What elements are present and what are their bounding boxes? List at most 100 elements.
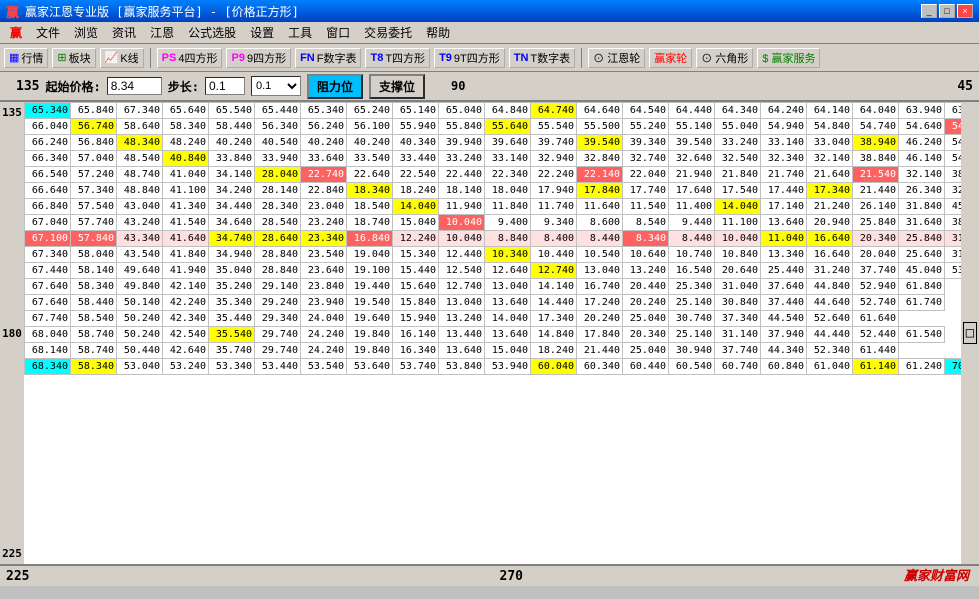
cell: 16.840 <box>347 231 393 247</box>
btn-yinglun[interactable]: 赢家轮 <box>649 48 692 68</box>
close-btn[interactable]: × <box>957 4 973 18</box>
cell: 23.040 <box>301 199 347 215</box>
window-controls[interactable]: _ □ × <box>921 4 973 18</box>
cell: 42.640 <box>163 343 209 359</box>
table-row: 67.640 58.340 49.840 42.140 35.240 29.14… <box>25 279 962 295</box>
left-label-225: 225 <box>2 547 22 560</box>
btn-p9[interactable]: P9 9四方形 <box>226 48 291 68</box>
menu-file[interactable]: 文件 <box>30 23 66 42</box>
cell: 14.040 <box>393 199 439 215</box>
cell: 25.040 <box>623 311 669 327</box>
cell: 30.840 <box>715 295 761 311</box>
cell: 53.340 <box>209 359 255 375</box>
cell: 19.840 <box>347 343 393 359</box>
cell: 10.840 <box>715 247 761 263</box>
btn-kline[interactable]: 📈 K线 <box>100 48 144 68</box>
cell: 65.040 <box>439 103 485 119</box>
cell: 44.340 <box>761 343 807 359</box>
minimize-btn[interactable]: _ <box>921 4 937 18</box>
cell: 44.440 <box>807 327 853 343</box>
cell: 31.840 <box>899 199 945 215</box>
cell: 13.440 <box>439 327 485 343</box>
cell: 16.740 <box>577 279 623 295</box>
cell: 21.440 <box>853 183 899 199</box>
cell: 64.540 <box>623 103 669 119</box>
cell: 10.440 <box>531 247 577 263</box>
step-input[interactable] <box>205 77 245 95</box>
menu-window[interactable]: 窗口 <box>320 23 356 42</box>
cell: 15.040 <box>485 343 531 359</box>
cell: 13.040 <box>439 295 485 311</box>
cell: 29.340 <box>255 311 301 327</box>
cell: 13.340 <box>761 247 807 263</box>
cell: 17.740 <box>623 183 669 199</box>
support-btn[interactable]: 支撑位 <box>369 74 425 99</box>
btn-tn[interactable]: TN T数字表 <box>509 48 575 68</box>
resist-btn[interactable]: 阻力位 <box>307 74 363 99</box>
cell: 18.340 <box>347 183 393 199</box>
cell: 17.540 <box>715 183 761 199</box>
menu-tools[interactable]: 工具 <box>282 23 318 42</box>
cell: 21.840 <box>715 167 761 183</box>
menu-info[interactable]: 资讯 <box>106 23 142 42</box>
cell: 38.140 <box>945 215 962 231</box>
cell: 67.440 <box>25 263 71 279</box>
cell: 64.440 <box>669 103 715 119</box>
cell: 17.240 <box>577 295 623 311</box>
bottom-middle-num: 270 <box>500 569 523 584</box>
table-row: 66.840 57.540 43.040 41.340 34.440 28.34… <box>25 199 962 215</box>
btn-t9[interactable]: T9 9T四方形 <box>434 48 505 68</box>
cell: 54.240 <box>945 151 962 167</box>
table-row: 67.040 57.740 43.240 41.540 34.640 28.54… <box>25 215 962 231</box>
watermark: 赢家财富网 <box>904 565 969 584</box>
cell: 41.040 <box>163 167 209 183</box>
btn-hexagon[interactable]: ⊙ 六角形 <box>696 48 753 68</box>
cell: 29.740 <box>255 343 301 359</box>
cell: 68.140 <box>25 343 71 359</box>
cell: 33.040 <box>807 135 853 151</box>
step-select[interactable]: 0.1 0.2 0.5 1 <box>251 76 301 96</box>
menu-trade[interactable]: 交易委托 <box>358 23 418 42</box>
table-row: 68.040 58.740 50.240 42.540 35.540 29.74… <box>25 327 962 343</box>
cell: 22.740 <box>301 167 347 183</box>
cell: 57.040 <box>71 151 117 167</box>
cell: 17.840 <box>577 327 623 343</box>
left-label-135: 135 <box>2 106 22 119</box>
cell: 24.040 <box>301 311 347 327</box>
btn-blocks[interactable]: ⊞ 板块 <box>52 48 95 68</box>
cell: 65.340 <box>301 103 347 119</box>
cell: 60.340 <box>577 359 623 375</box>
btn-service[interactable]: $ 赢家服务 <box>757 48 820 68</box>
cell: 58.040 <box>71 247 117 263</box>
cell: 8.440 <box>577 231 623 247</box>
cell: 58.140 <box>71 263 117 279</box>
cell: 41.640 <box>163 231 209 247</box>
menu-jianen[interactable]: 江恩 <box>144 23 180 42</box>
menu-win[interactable]: 赢 <box>4 23 28 42</box>
cell: 44.640 <box>807 295 853 311</box>
btn-quotes[interactable]: ▦ 行情 <box>4 48 48 68</box>
btn-fn[interactable]: FN F数字表 <box>295 48 361 68</box>
cell: 20.240 <box>577 311 623 327</box>
menu-browse[interactable]: 浏览 <box>68 23 104 42</box>
cell: 10.740 <box>669 247 715 263</box>
cell: 31.640 <box>899 215 945 231</box>
cell: 46.240 <box>899 135 945 151</box>
cell: 14.140 <box>531 279 577 295</box>
btn-jianenlun[interactable]: ⊙ 江恩轮 <box>588 48 645 68</box>
cell: 61.040 <box>807 359 853 375</box>
btn-ps4[interactable]: PS 4四方形 <box>157 48 223 68</box>
menu-settings[interactable]: 设置 <box>244 23 280 42</box>
menu-formula[interactable]: 公式选股 <box>182 23 242 42</box>
cell: 52.340 <box>807 343 853 359</box>
cell: 70.140 <box>945 359 962 375</box>
menu-help[interactable]: 帮助 <box>420 23 456 42</box>
cell: 38.640 <box>945 167 962 183</box>
cell: 57.240 <box>71 167 117 183</box>
start-price-input[interactable] <box>107 77 162 95</box>
maximize-btn[interactable]: □ <box>939 4 955 18</box>
btn-t8[interactable]: T8 T四方形 <box>365 48 430 68</box>
cell: 52.440 <box>853 327 899 343</box>
cell: 35.740 <box>209 343 255 359</box>
cell: 57.740 <box>71 215 117 231</box>
